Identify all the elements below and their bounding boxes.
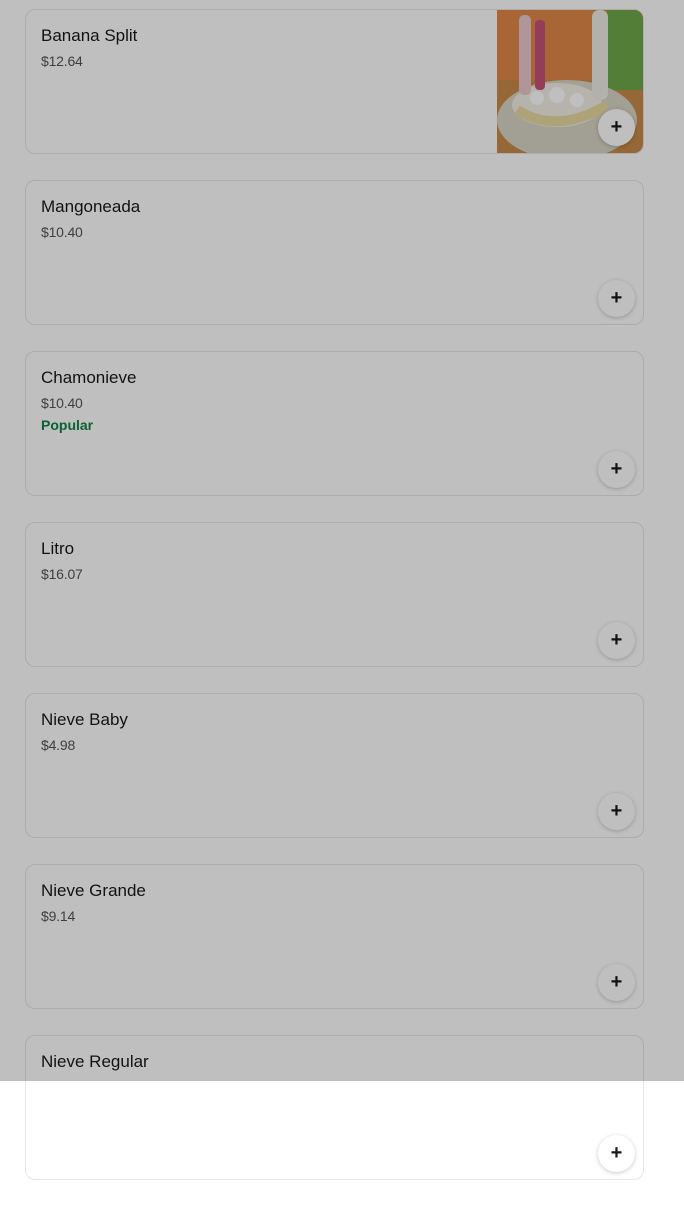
add-to-cart-button[interactable]: +: [598, 280, 635, 317]
menu-item-card[interactable]: Litro $16.07 +: [25, 522, 644, 667]
menu-item-card[interactable]: Chamonieve $10.40 Popular +: [25, 351, 644, 496]
plus-icon: +: [610, 116, 623, 138]
item-price: $10.40: [41, 395, 83, 411]
add-to-cart-button[interactable]: +: [598, 451, 635, 488]
item-price: $4.98: [41, 737, 76, 753]
add-to-cart-button[interactable]: +: [598, 793, 635, 830]
menu-item-card[interactable]: Mangoneada $10.40 +: [25, 180, 644, 325]
item-price: $9.14: [41, 908, 76, 924]
plus-icon: +: [610, 1142, 623, 1164]
item-price: $12.64: [41, 53, 83, 69]
add-to-cart-button[interactable]: +: [598, 622, 635, 659]
plus-icon: +: [610, 971, 623, 993]
menu-item-card[interactable]: Nieve Grande $9.14 +: [25, 864, 644, 1009]
item-name: Nieve Regular: [41, 1052, 149, 1071]
add-to-cart-button[interactable]: +: [598, 1135, 635, 1172]
item-price: $16.07: [41, 566, 83, 582]
menu-item-card[interactable]: Nieve Regular +: [25, 1035, 644, 1180]
item-name: Nieve Grande: [41, 881, 146, 900]
item-name: Nieve Baby: [41, 710, 128, 729]
menu-item-card[interactable]: Nieve Baby $4.98 +: [25, 693, 644, 838]
add-to-cart-button[interactable]: +: [598, 964, 635, 1001]
menu-item-card[interactable]: Banana Split $12.64 +: [25, 9, 644, 154]
plus-icon: +: [610, 458, 623, 480]
add-to-cart-button[interactable]: +: [598, 109, 635, 146]
item-name: Litro: [41, 539, 75, 558]
item-price: $10.40: [41, 224, 83, 240]
menu-item-list: Banana Split $12.64 + Mangoneada $10.40 …: [25, 9, 644, 1206]
plus-icon: +: [610, 629, 623, 651]
item-name: Mangoneada: [41, 197, 141, 216]
item-name: Chamonieve: [41, 368, 137, 387]
plus-icon: +: [610, 800, 623, 822]
plus-icon: +: [610, 287, 623, 309]
item-name: Banana Split: [41, 26, 138, 45]
popular-badge: Popular: [41, 417, 94, 433]
